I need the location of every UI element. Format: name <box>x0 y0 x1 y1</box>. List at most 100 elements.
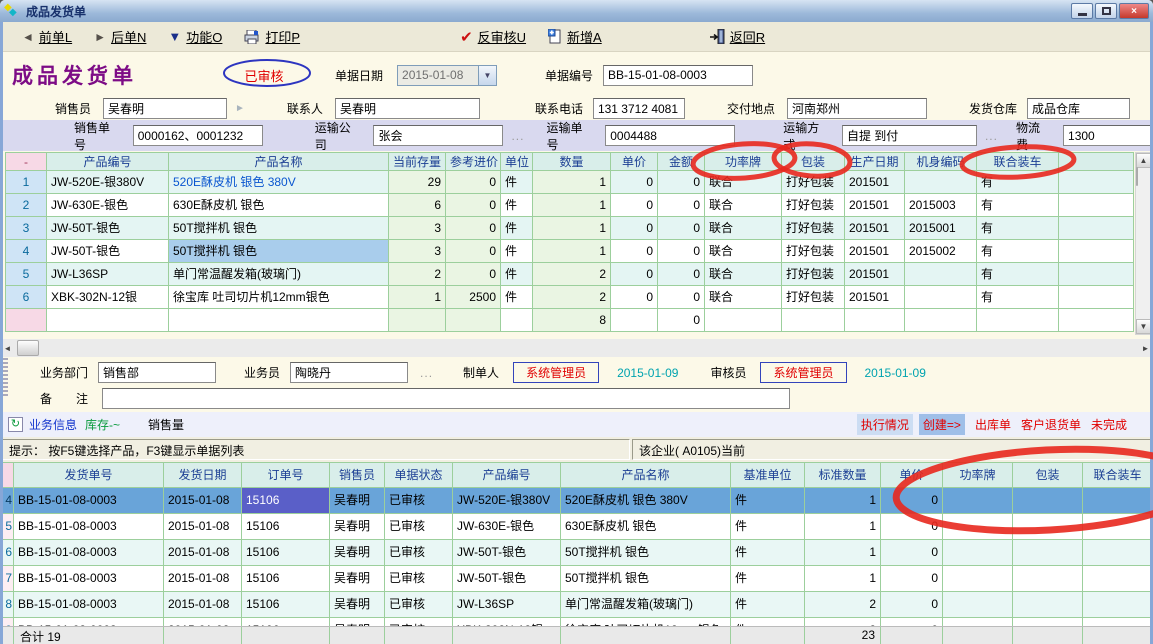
cell[interactable]: 打好包装 <box>782 286 845 309</box>
cell[interactable] <box>1059 309 1134 332</box>
stock-link[interactable]: 库存-~ <box>85 416 120 433</box>
cell[interactable]: XBK-302N-12银 <box>47 286 169 309</box>
cell[interactable] <box>1083 514 1153 540</box>
cell[interactable] <box>1013 592 1083 618</box>
cell[interactable]: 50T搅拌机 银色 <box>169 217 389 240</box>
hscroll-thumb[interactable] <box>17 340 39 356</box>
cell[interactable]: 0 <box>658 194 705 217</box>
cell[interactable] <box>1059 286 1134 309</box>
cell[interactable]: 0 <box>611 286 658 309</box>
cell[interactable]: 联合 <box>705 240 782 263</box>
column-header[interactable]: - <box>5 152 47 171</box>
cell[interactable]: 0 <box>658 217 705 240</box>
cell[interactable]: 吴春明 <box>330 592 385 618</box>
column-header[interactable]: 包装 <box>1013 462 1083 488</box>
cell[interactable]: 1 <box>805 566 881 592</box>
table-row[interactable]: 4BB-15-01-08-00032015-01-0815106吴春明已审核JW… <box>0 488 1153 514</box>
cell[interactable] <box>1083 540 1153 566</box>
cell[interactable]: 已审核 <box>385 592 453 618</box>
doc-date-input[interactable] <box>397 65 479 86</box>
cell[interactable]: 有 <box>977 194 1059 217</box>
create-link[interactable]: 创建=> <box>919 414 965 435</box>
print-button[interactable]: 打印P <box>244 27 300 46</box>
cell[interactable]: BB-15-01-08-0003 <box>14 514 164 540</box>
cell[interactable]: 2015-01-08 <box>164 592 242 618</box>
cell[interactable]: 已审核 <box>385 488 453 514</box>
column-header[interactable]: 单价 <box>881 462 943 488</box>
outbound-link[interactable]: 出库单 <box>975 416 1011 433</box>
cell[interactable]: 0 <box>446 194 501 217</box>
cell[interactable] <box>1083 488 1153 514</box>
cell[interactable]: 201501 <box>845 240 905 263</box>
cell[interactable] <box>782 309 845 332</box>
column-header[interactable]: 包装 <box>782 152 845 171</box>
cell[interactable] <box>1083 592 1153 618</box>
cell[interactable] <box>943 566 1013 592</box>
cell[interactable]: JW-630E-银色 <box>453 514 561 540</box>
cell[interactable]: 2015002 <box>905 240 977 263</box>
column-header[interactable]: 销售员 <box>330 462 385 488</box>
cell[interactable]: 件 <box>731 592 805 618</box>
column-header[interactable]: 产品编号 <box>453 462 561 488</box>
cell[interactable]: JW-L36SP <box>453 592 561 618</box>
cell[interactable]: 联合 <box>705 263 782 286</box>
scroll-down-icon[interactable]: ▼ <box>1136 319 1151 334</box>
cell[interactable]: 联合 <box>705 217 782 240</box>
cell[interactable]: 1 <box>5 171 47 194</box>
cell[interactable]: 件 <box>731 514 805 540</box>
horizontal-scrollbar[interactable]: ◄ ► <box>0 339 1153 357</box>
maximize-button[interactable] <box>1095 3 1117 19</box>
cell[interactable]: 已审核 <box>385 540 453 566</box>
cell[interactable]: 0 <box>881 488 943 514</box>
cell[interactable]: 2 <box>5 194 47 217</box>
cell[interactable]: 0 <box>881 566 943 592</box>
cell[interactable] <box>943 540 1013 566</box>
cell[interactable]: 201501 <box>845 194 905 217</box>
cell[interactable]: JW-520E-银380V <box>453 488 561 514</box>
cell[interactable]: 630E酥皮机 银色 <box>169 194 389 217</box>
cell[interactable] <box>905 286 977 309</box>
table-row[interactable]: 5JW-L36SP单门常温醒发箱(玻璃门)20件200联合打好包装201501有 <box>5 263 1135 286</box>
cell[interactable]: 201501 <box>845 171 905 194</box>
dept-input[interactable] <box>98 362 216 383</box>
cell[interactable]: 有 <box>977 240 1059 263</box>
scroll-thumb[interactable] <box>1136 167 1138 186</box>
column-header[interactable]: 功率牌 <box>705 152 782 171</box>
cell[interactable]: JW-630E-银色 <box>47 194 169 217</box>
cell[interactable]: 徐宝库 吐司切片机12mm银色 <box>169 286 389 309</box>
cell[interactable]: 3 <box>389 217 446 240</box>
auditor-link[interactable]: 系统管理员 <box>760 362 846 383</box>
transport-company-more-button[interactable]: ... <box>511 129 524 143</box>
cell[interactable] <box>1013 540 1083 566</box>
table-row[interactable]: 3JW-50T-银色50T搅拌机 银色30件100联合打好包装201501201… <box>5 217 1135 240</box>
cell[interactable]: 1 <box>805 488 881 514</box>
cell[interactable]: 联合 <box>705 194 782 217</box>
cell[interactable]: 50T搅拌机 银色 <box>561 540 731 566</box>
cell[interactable]: 0 <box>658 171 705 194</box>
cell[interactable] <box>1059 263 1134 286</box>
cell[interactable]: 已审核 <box>385 514 453 540</box>
remark-input[interactable] <box>102 388 790 409</box>
cell[interactable]: 15106 <box>242 488 330 514</box>
phone-input[interactable] <box>593 98 685 119</box>
cell[interactable] <box>501 309 533 332</box>
cell[interactable] <box>1083 566 1153 592</box>
column-header[interactable]: 参考进价 <box>446 152 501 171</box>
cell[interactable] <box>47 309 169 332</box>
cell[interactable]: 吴春明 <box>330 514 385 540</box>
column-header[interactable]: 单位 <box>501 152 533 171</box>
cell[interactable] <box>1059 217 1134 240</box>
cell[interactable] <box>905 309 977 332</box>
cell[interactable]: 0 <box>881 540 943 566</box>
cell[interactable]: 0 <box>611 194 658 217</box>
customer-return-link[interactable]: 客户退货单 <box>1021 416 1081 433</box>
column-header[interactable]: 当前存量 <box>389 152 446 171</box>
transport-mode-input[interactable] <box>842 125 977 146</box>
sales-qty-link[interactable]: 销售量 <box>148 416 184 433</box>
cell[interactable]: 件 <box>501 171 533 194</box>
cell[interactable]: 29 <box>389 171 446 194</box>
cell[interactable] <box>905 263 977 286</box>
unapprove-button[interactable]: ✔ 反审核U <box>460 27 526 46</box>
cell[interactable]: 201501 <box>845 286 905 309</box>
doc-date-combo[interactable]: ▼ <box>397 65 497 86</box>
